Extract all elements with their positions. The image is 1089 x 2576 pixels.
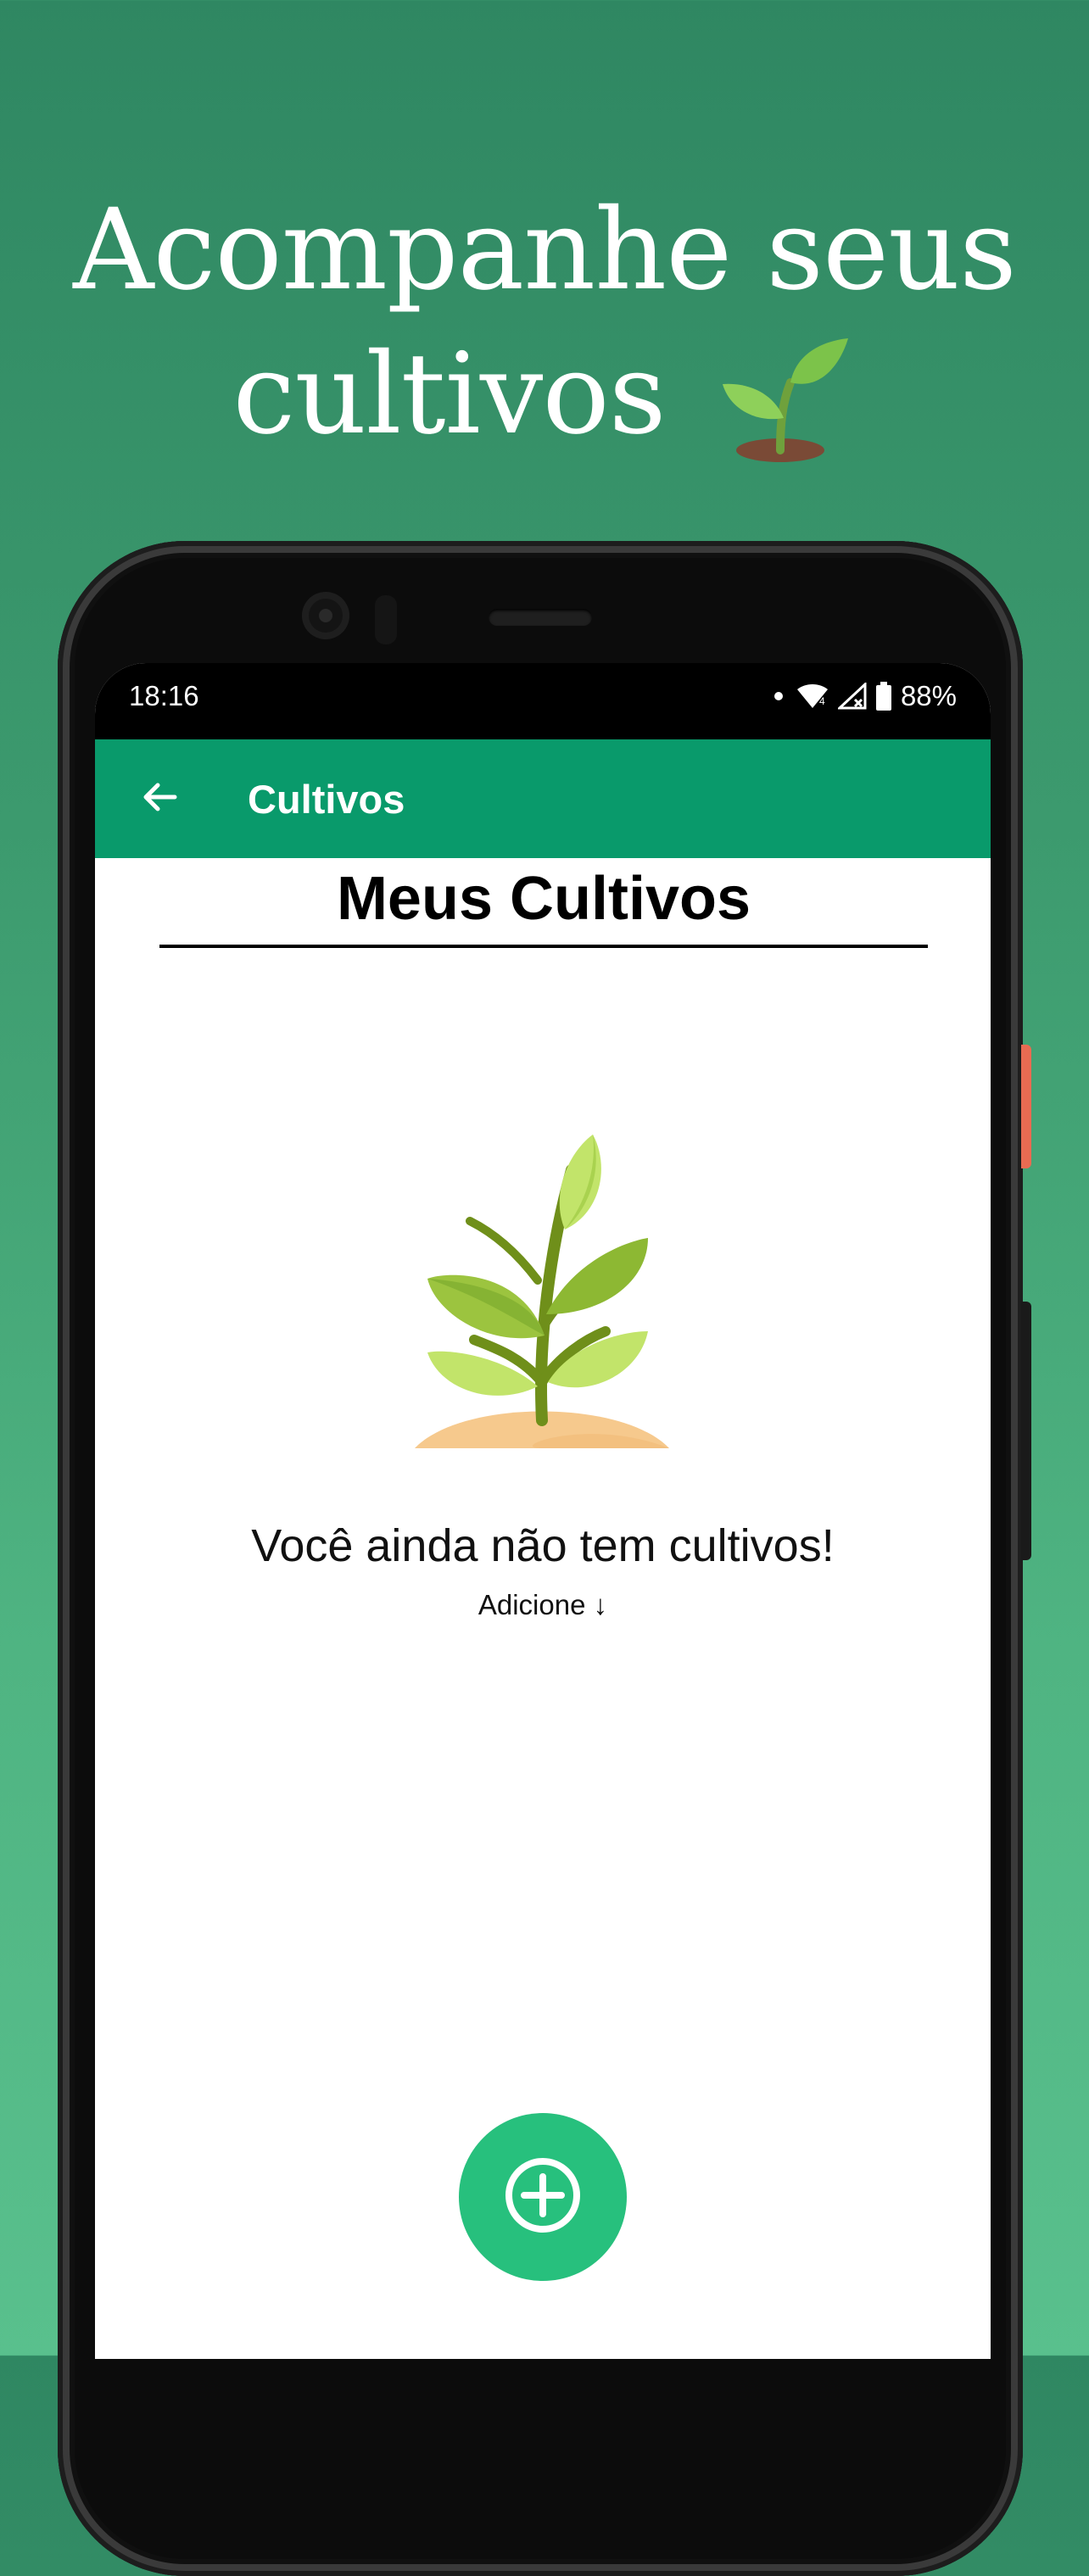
notification-dot-icon: [770, 683, 787, 709]
empty-state-hint: Adicione ↓: [477, 1589, 608, 1620]
status-icons: 4 88%: [770, 680, 957, 712]
svg-text:4: 4: [819, 695, 825, 707]
proximity-sensor: [375, 595, 397, 644]
status-time: 18:16: [129, 680, 199, 711]
status-bar: 18:16 4 88%: [95, 663, 991, 739]
plus-circle-icon: [500, 2153, 585, 2241]
page-title: Meus Cultivos: [159, 860, 928, 948]
empty-state-message: Você ainda não tem cultivos!: [251, 1520, 835, 1571]
app-bar: Cultivos: [95, 739, 991, 858]
plant-illustration: [402, 1119, 682, 1448]
seedling-icon: [712, 323, 857, 467]
volume-button: [1021, 1302, 1031, 1560]
signal-icon: [837, 683, 867, 710]
promo-headline: Acompanhe seus cultivos: [0, 178, 1089, 467]
promo-headline-line1: Acompanhe seus: [73, 185, 1017, 315]
back-button[interactable]: [119, 758, 200, 839]
add-cultivo-button[interactable]: [459, 2113, 627, 2281]
battery-percent: 88%: [900, 680, 957, 711]
promo-headline-word: cultivos: [232, 329, 666, 460]
app-bar-title: Cultivos: [248, 776, 405, 822]
phone-screen: 18:16 4 88% Cultivos Meus Cultivos Você …: [95, 663, 991, 2359]
battery-icon: [875, 682, 892, 711]
arrow-left-icon: [141, 778, 178, 819]
promo-headline-line2: cultivos: [0, 322, 1089, 467]
earpiece-speaker: [489, 609, 592, 626]
front-camera: [302, 592, 349, 639]
power-button: [1021, 1045, 1031, 1168]
wifi-icon: 4: [796, 683, 829, 710]
